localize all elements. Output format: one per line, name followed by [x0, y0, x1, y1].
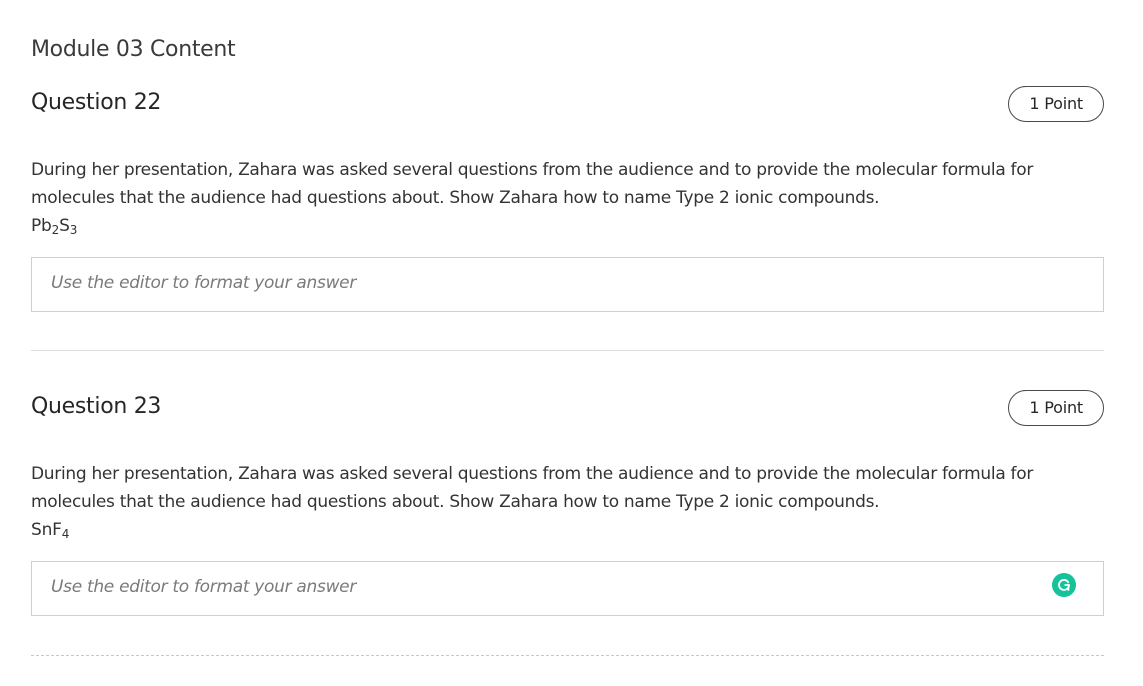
- points-badge: 1 Point: [1008, 86, 1104, 122]
- formula-element: Pb: [31, 216, 52, 236]
- quiz-page: Module 03 Content Question 22 1 Point Du…: [0, 0, 1144, 686]
- module-title: Module 03 Content: [31, 37, 236, 62]
- question-title: Question 22: [31, 90, 162, 115]
- answer-editor[interactable]: Use the editor to format your answer: [31, 561, 1104, 616]
- question-22: Question 22 1 Point During her presentat…: [31, 86, 1104, 312]
- question-prompt: During her presentation, Zahara was aske…: [31, 464, 1034, 512]
- chemical-formula: Pb2S3: [31, 214, 77, 238]
- grammarly-glyph: [1058, 579, 1070, 591]
- points-badge: 1 Point: [1008, 390, 1104, 426]
- answer-placeholder: Use the editor to format your answer: [51, 577, 357, 597]
- formula-subscript: 3: [69, 223, 78, 237]
- question-23: Question 23 1 Point During her presentat…: [31, 390, 1104, 616]
- question-header: Question 22 1 Point: [31, 86, 1104, 124]
- formula-subscript: 4: [61, 527, 70, 541]
- formula-element: S: [59, 216, 70, 236]
- formula-subscript: 2: [51, 223, 60, 237]
- chemical-formula: SnF4: [31, 518, 69, 542]
- answer-editor[interactable]: Use the editor to format your answer: [31, 257, 1104, 312]
- question-divider: [31, 350, 1104, 351]
- question-title: Question 23: [31, 394, 162, 419]
- question-divider: [31, 655, 1104, 656]
- answer-placeholder: Use the editor to format your answer: [51, 273, 357, 293]
- grammarly-icon[interactable]: [1052, 573, 1076, 597]
- formula-element: SnF: [31, 520, 62, 540]
- question-header: Question 23 1 Point: [31, 390, 1104, 428]
- question-prompt: During her presentation, Zahara was aske…: [31, 160, 1034, 208]
